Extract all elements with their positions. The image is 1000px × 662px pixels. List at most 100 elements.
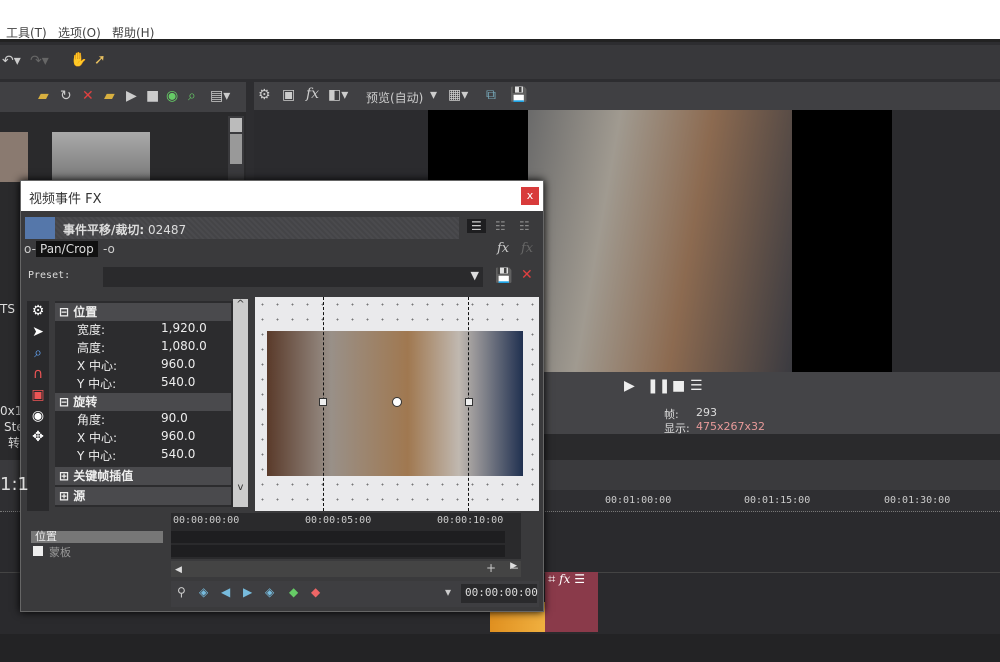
plugin-pan-crop[interactable]: Pan/Crop <box>36 241 98 257</box>
split-screen-icon[interactable]: ◧▾ <box>328 87 348 103</box>
remove-fx-icon[interactable]: fx <box>521 241 533 256</box>
pointer-icon[interactable]: ➤ <box>27 322 49 343</box>
prop-rot-x-center[interactable]: X 中心: 960.0 <box>55 429 231 446</box>
stop-icon[interactable]: ■ <box>146 88 159 104</box>
gear-icon[interactable]: ⚙ <box>27 301 49 322</box>
views-icon[interactable]: ▤▾ <box>210 88 230 104</box>
capture-icon[interactable]: ▰ <box>104 88 115 104</box>
copy-snapshot-icon[interactable]: ⧉ <box>486 87 496 103</box>
search-media-icon[interactable]: ⌕ <box>188 88 196 104</box>
section-position[interactable]: ⊟ 位置 <box>55 303 231 321</box>
center-icon[interactable]: ◉ <box>27 406 49 427</box>
preset-dropdown[interactable]: ▼ <box>103 267 483 287</box>
external-monitor-icon[interactable]: ▣ <box>282 87 295 103</box>
media-thumbnail[interactable] <box>0 132 28 182</box>
last-keyframe-icon[interactable]: ◈ <box>265 585 274 599</box>
center-handle[interactable] <box>392 397 402 407</box>
prop-x-center[interactable]: X 中心: 960.0 <box>55 357 231 374</box>
plugin-chain-icon[interactable] <box>25 217 55 239</box>
prev-keyframe-icon[interactable]: ◀ <box>221 585 230 599</box>
menu-help[interactable]: 帮助(H) <box>112 24 154 41</box>
video-event-clip[interactable]: ⌗ fx ☰ <box>545 572 598 632</box>
delete-icon[interactable]: ✕ <box>82 88 94 104</box>
resize-handle[interactable] <box>319 398 327 406</box>
cursor-time-field[interactable]: 00:00:00:00 <box>461 584 538 603</box>
import-icon[interactable]: ▰ <box>38 88 49 104</box>
save-preset-icon[interactable]: 💾 <box>495 268 512 284</box>
video-event-fx-dialog: 视频事件 FX x 事件平移/裁切: 02487 ☰ ☷ ☷ o- Pan/Cr… <box>20 180 544 612</box>
help-pointer-icon[interactable]: ➚ <box>94 52 106 68</box>
cropped-text: 转 <box>8 436 21 450</box>
chain-connector-icon: -o <box>103 242 115 256</box>
section-rotation[interactable]: ⊟ 旋转 <box>55 393 231 411</box>
menu-icon[interactable]: ☰ <box>574 572 585 586</box>
redo-icon[interactable]: ↷▾ <box>30 53 49 69</box>
layout-triple-icon[interactable]: ☷ <box>519 219 530 233</box>
kf-scrollbar[interactable]: ◀ ▶ <box>171 561 521 577</box>
delete-keyframe-icon[interactable]: ◆ <box>311 585 320 599</box>
ruler-label: 00:01:30:00 <box>884 495 951 506</box>
undo-icon[interactable]: ↶▾ <box>2 53 21 69</box>
chevron-down-icon[interactable]: ▾ <box>430 87 437 103</box>
pan-crop-workspace[interactable] <box>255 297 539 511</box>
ruler-label: 00:01:15:00 <box>744 495 811 506</box>
prop-height[interactable]: 高度: 1,080.0 <box>55 339 231 356</box>
menu-options[interactable]: 选项(O) <box>58 24 101 41</box>
add-fx-icon[interactable]: fx <box>497 241 509 256</box>
prop-angle[interactable]: 角度: 90.0 <box>55 411 231 428</box>
lock-aspect-icon[interactable]: ▣ <box>27 385 49 406</box>
zoom-icon[interactable]: ⌕ <box>27 343 49 364</box>
media-toolbar: ▰ ↻ ✕ ▰ ▶ ■ ◉ ⌕ ▤▾ <box>0 82 246 112</box>
prop-y-center[interactable]: Y 中心: 540.0 <box>55 375 231 392</box>
snap-magnet-icon[interactable]: ∩ <box>27 364 49 385</box>
kf-ruler-label: 00:00:10:00 <box>437 515 504 526</box>
first-keyframe-icon[interactable]: ◈ <box>199 585 208 599</box>
play-icon[interactable]: ▶ <box>126 88 137 104</box>
fx-icon[interactable]: fx <box>559 572 570 586</box>
overlays-grid-icon[interactable]: ▦▾ <box>448 87 468 103</box>
preset-label: Preset: <box>28 270 71 281</box>
gear-icon[interactable]: ⚙ <box>258 87 271 103</box>
next-keyframe-icon[interactable]: ▶ <box>243 585 252 599</box>
properties-list: ⊟ 位置 宽度: 1,920.0 高度: 1,080.0 X 中心: 960.0 Y … <box>55 301 233 507</box>
ruler-label: 00:01:00:00 <box>605 495 672 506</box>
menu-icon[interactable]: ☰ <box>690 378 703 394</box>
prop-width[interactable]: 宽度: 1,920.0 <box>55 321 231 338</box>
delete-preset-icon[interactable]: ✕ <box>521 267 533 283</box>
pause-icon[interactable]: ❚❚ <box>647 378 670 394</box>
layout-double-icon[interactable]: ☷ <box>495 219 506 233</box>
prop-rot-y-center[interactable]: Y 中心: 540.0 <box>55 447 231 464</box>
zoom-out-icon[interactable]: − <box>509 561 519 575</box>
auto-preview-icon[interactable]: ◉ <box>166 88 178 104</box>
resize-handle[interactable] <box>465 398 473 406</box>
stop-icon[interactable]: ■ <box>672 378 685 394</box>
play-icon[interactable]: ▶ <box>624 378 635 394</box>
add-keyframe-icon[interactable]: ◆ <box>289 585 298 599</box>
close-button[interactable]: x <box>521 187 539 205</box>
properties-scrollbar[interactable]: ^ v <box>233 299 248 507</box>
preview-toolbar: ⚙ ▣ fx ◧▾ 预览(自动) ▾ ▦▾ ⧉ 💾 <box>254 82 1000 110</box>
move-icon[interactable]: ✥ <box>27 427 49 448</box>
save-snapshot-icon[interactable]: 💾 <box>510 87 527 103</box>
kf-toolbar: ⚲ ◈ ◀ ▶ ◈ ◆ ◆ ▾ 00:00:00:00 <box>171 581 539 607</box>
fx-icon[interactable]: fx <box>306 86 319 102</box>
menu-tools[interactable]: 工具(T) <box>6 24 47 41</box>
preview-quality-dropdown[interactable]: 预览(自动) <box>366 89 423 106</box>
section-keyframe-interp[interactable]: ⊞ 关键帧插值 <box>55 467 231 485</box>
section-source[interactable]: ⊞ 源 <box>55 487 231 505</box>
main-toolbar: ↶▾ ↷▾ ✋ ➚ <box>0 45 1000 79</box>
whats-this-icon[interactable]: ✋ <box>70 52 87 68</box>
layout-single-icon[interactable]: ☰ <box>467 219 486 233</box>
kf-ruler-label: 00:00:00:00 <box>173 515 240 526</box>
zoom-in-icon[interactable]: + <box>486 561 496 575</box>
sync-cursor-icon[interactable]: ⚲ <box>177 585 186 599</box>
crop-icon[interactable]: ⌗ <box>545 572 555 587</box>
media-thumbnail[interactable] <box>52 132 150 182</box>
kf-track-position[interactable]: 位置 <box>31 531 163 543</box>
tool-strip: ⚙ ➤ ⌕ ∩ ▣ ◉ ✥ <box>27 301 49 511</box>
refresh-icon[interactable]: ↻ <box>60 88 72 104</box>
video-image <box>528 110 792 372</box>
keyframe-timeline[interactable]: 00:00:00:00 00:00:05:00 00:00:10:00 <box>171 513 521 559</box>
mask-checkbox[interactable] <box>33 546 43 556</box>
fx-chain-header: 事件平移/裁切: 02487 <box>55 217 459 239</box>
